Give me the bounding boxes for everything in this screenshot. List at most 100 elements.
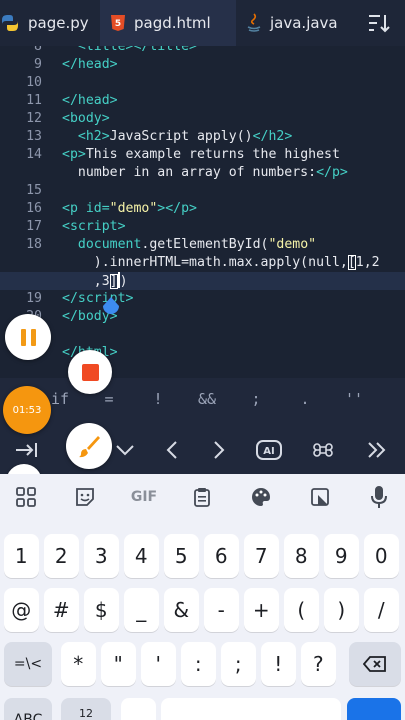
- code-line[interactable]: 13 <h2>JavaScript apply()</h2>: [0, 128, 405, 146]
- clipboard-icon[interactable]: [184, 482, 220, 512]
- code-line[interactable]: ).innerHTML=math.max.apply(null,[1,2: [0, 254, 405, 272]
- ai-assist-icon[interactable]: AI: [248, 430, 290, 470]
- keyboard-key[interactable]: 2: [44, 534, 79, 578]
- keyboard-key[interactable]: ): [324, 588, 359, 632]
- code-line[interactable]: 10: [0, 74, 405, 92]
- line-number: 14: [26, 147, 42, 162]
- line-number: 18: [26, 237, 42, 252]
- java-icon: [246, 13, 262, 33]
- keyboard-key[interactable]: 0: [364, 534, 399, 578]
- code-line[interactable]: number in an array of numbers:</p>: [0, 164, 405, 182]
- enter-key[interactable]: [347, 698, 401, 720]
- brush-tool-button[interactable]: [66, 423, 112, 469]
- abc-key[interactable]: ABC: [4, 698, 52, 720]
- keyboard-key[interactable]: +: [244, 588, 279, 632]
- soft-keyboard: GIF 1 2 3 4 5 6 7 8 9 0 @ # $ _ & - +() / =\< * " ':;!? ABC 12 …: [0, 474, 405, 720]
- keyboard-key[interactable]: ?: [301, 642, 336, 686]
- code-line[interactable]: 16 <p id="demo"></p>: [0, 200, 405, 218]
- symbol-key[interactable]: &&: [187, 390, 227, 408]
- keyboard-key[interactable]: ;: [221, 642, 256, 686]
- code-text: ,3]): [62, 272, 128, 289]
- keyboard-key[interactable]: 4: [124, 534, 159, 578]
- keyboard-key[interactable]: &: [164, 588, 199, 632]
- code-line[interactable]: 21: [0, 326, 405, 344]
- keyboard-key[interactable]: *: [61, 642, 96, 686]
- keyboard-key[interactable]: ': [141, 642, 176, 686]
- keyboard-key[interactable]: !: [261, 642, 296, 686]
- code-text: document.getElementById("demo": [77, 237, 317, 252]
- code-line[interactable]: 18 document.getElementById("demo": [0, 236, 405, 254]
- code-text: </head>: [62, 93, 118, 108]
- chevron-left-icon[interactable]: [151, 430, 193, 470]
- line-number: 16: [26, 201, 42, 216]
- keyboard-key[interactable]: 5: [164, 534, 199, 578]
- recording-stop-button[interactable]: [68, 350, 112, 394]
- code-line[interactable]: 19 </script>: [0, 290, 405, 308]
- palette-icon[interactable]: [243, 482, 279, 512]
- code-line[interactable]: 22</html>: [0, 344, 405, 362]
- keyboard-key[interactable]: 8: [284, 534, 319, 578]
- code-line[interactable]: ,3]): [0, 272, 405, 290]
- app-root: page.py 5 pagd.html java.java 8 <title><…: [0, 0, 405, 720]
- symbol-toolbar: if =! &&;. '' AI: [0, 378, 405, 474]
- keyboard-key[interactable]: /: [364, 588, 399, 632]
- keyboard-key[interactable]: 6: [204, 534, 239, 578]
- number-switch-key[interactable]: 12 34: [61, 698, 111, 720]
- code-line[interactable]: 9 </head>: [0, 56, 405, 74]
- keyboard-key[interactable]: 1: [4, 534, 39, 578]
- keyboard-key[interactable]: -: [204, 588, 239, 632]
- code-text: <title></title>: [77, 46, 197, 54]
- backspace-key[interactable]: [349, 642, 401, 686]
- code-text: number in an array of numbers:</p>: [62, 165, 348, 180]
- keyboard-key[interactable]: 7: [244, 534, 279, 578]
- selection-handle[interactable]: [101, 297, 121, 319]
- microphone-icon[interactable]: [361, 482, 397, 512]
- tab-java-java[interactable]: java.java: [236, 0, 352, 46]
- keyboard-key[interactable]: ": [101, 642, 136, 686]
- code-line[interactable]: 14 <p>This example returns the highest: [0, 146, 405, 164]
- apps-grid-icon[interactable]: [8, 482, 44, 512]
- keyboard-key[interactable]: #: [44, 588, 79, 632]
- keyboard-key[interactable]: 9: [324, 534, 359, 578]
- layout-icon[interactable]: [302, 482, 338, 512]
- line-number: 17: [26, 219, 42, 234]
- double-chevron-right-icon[interactable]: [356, 430, 398, 470]
- code-editor[interactable]: 8 <title></title> 9 </head> 10 11 </head> 12 <b…: [0, 46, 405, 378]
- symbol-shift-key[interactable]: =\<: [4, 642, 52, 686]
- keyboard-key[interactable]: :: [181, 642, 216, 686]
- recording-pause-button[interactable]: [5, 314, 51, 360]
- gif-button[interactable]: GIF: [126, 482, 162, 512]
- svg-text:AI: AI: [263, 446, 274, 457]
- tab-pagd-html[interactable]: 5 pagd.html: [100, 0, 236, 46]
- chevron-right-icon[interactable]: [198, 430, 240, 470]
- symbol-key[interactable]: !: [138, 390, 178, 408]
- code-line[interactable]: 20</body>: [0, 308, 405, 326]
- svg-text:5: 5: [115, 19, 121, 29]
- tab-page-py[interactable]: page.py: [0, 0, 100, 46]
- keyboard-toolbar: GIF: [0, 474, 405, 520]
- symbol-key[interactable]: .: [285, 390, 325, 408]
- brush-icon: [79, 436, 100, 458]
- command-key-icon[interactable]: [302, 430, 344, 470]
- code-line[interactable]: 12 <body>: [0, 110, 405, 128]
- code-line[interactable]: 11 </head>: [0, 92, 405, 110]
- sticker-icon[interactable]: [67, 482, 103, 512]
- sort-icon[interactable]: [367, 12, 391, 34]
- symbol-key[interactable]: '': [334, 390, 374, 408]
- code-line[interactable]: 8 <title></title>: [0, 46, 405, 56]
- code-line[interactable]: 15: [0, 182, 405, 200]
- comma-key[interactable]: ,: [121, 698, 156, 720]
- keyboard-key[interactable]: _: [124, 588, 159, 632]
- keyboard-key[interactable]: (: [284, 588, 319, 632]
- python-icon: [0, 13, 20, 33]
- keyboard-key[interactable]: $: [84, 588, 119, 632]
- tab-label: java.java: [270, 14, 338, 32]
- keyboard-key[interactable]: @: [4, 588, 39, 632]
- symbol-key[interactable]: ;: [236, 390, 276, 408]
- space-key[interactable]: [161, 698, 341, 720]
- code-text: <h2>JavaScript apply()</h2>: [77, 129, 293, 144]
- tab-bar: page.py 5 pagd.html java.java: [0, 0, 405, 46]
- code-line[interactable]: 17 <script>: [0, 218, 405, 236]
- keyboard-key[interactable]: 3: [84, 534, 119, 578]
- code-text: <p>This example returns the highest: [62, 147, 340, 162]
